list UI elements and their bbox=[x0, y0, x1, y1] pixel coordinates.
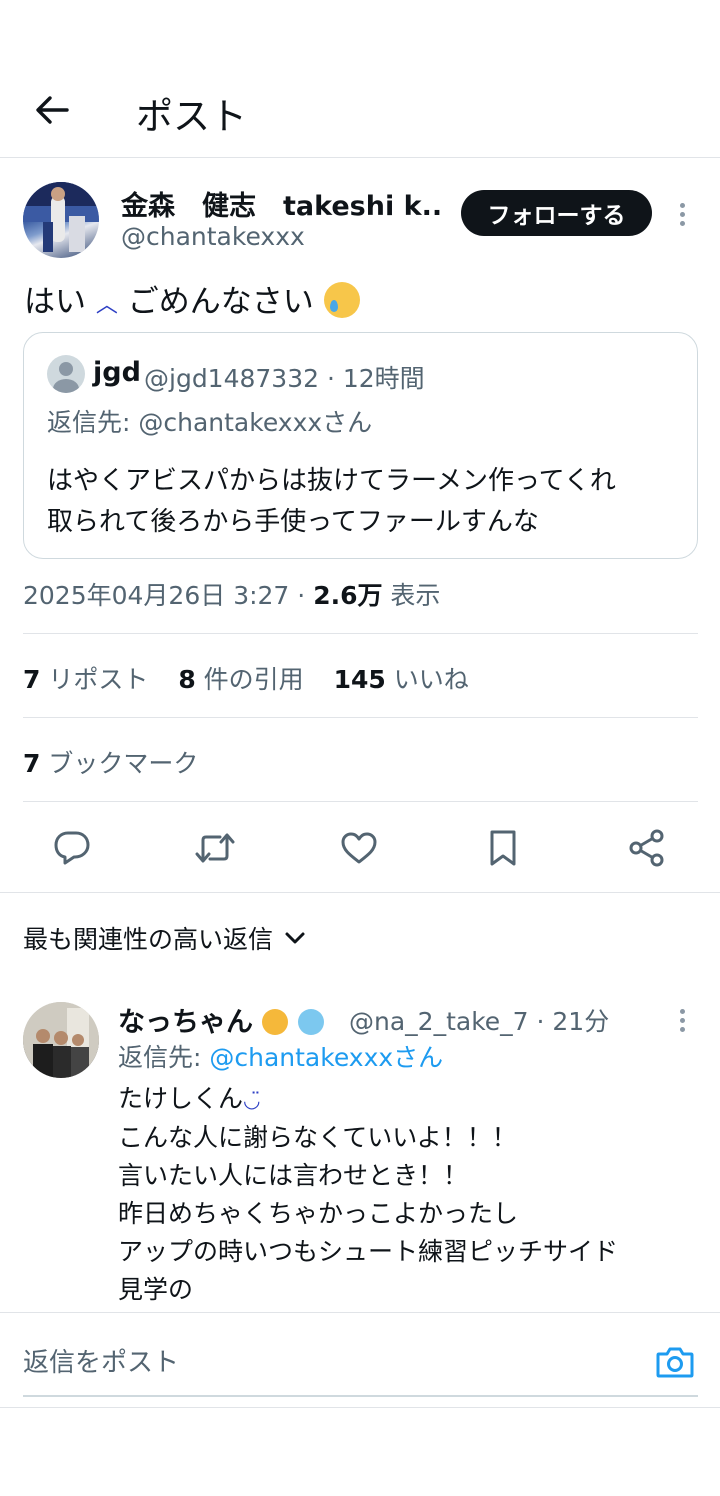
quoted-text: はやくアビスパからは抜けてラーメン作ってくれ 取られて後ろから手使ってファールす… bbox=[47, 461, 616, 543]
bookmarks-label: ブックマーク bbox=[40, 749, 199, 778]
post-text-end: ごめんなさい bbox=[127, 284, 314, 320]
follow-button[interactable]: フォローする bbox=[461, 190, 652, 236]
reply-avatar[interactable] bbox=[23, 1002, 99, 1078]
reply-text-line: こんな人に謝らなくていいよ！！！ bbox=[118, 1123, 517, 1152]
divider bbox=[23, 717, 698, 718]
quoted-author-meta: @jgd1487332 · 12時間 bbox=[144, 364, 425, 393]
sad-face-emoji: ︿ bbox=[95, 293, 118, 318]
views-label: 表示 bbox=[382, 581, 441, 610]
reply-text-line-1: たけしくん bbox=[118, 1084, 244, 1113]
reply-text: たけしくん◡̈ こんな人に謝らなくていいよ！！！ 言いたい人には言わせとき！！ … bbox=[118, 1080, 618, 1309]
arrow-left-icon bbox=[36, 96, 69, 124]
author-handle[interactable]: @chantakexxx bbox=[121, 222, 305, 251]
reply-author-name[interactable]: なっちゃん bbox=[118, 1000, 324, 1039]
author-photo bbox=[23, 182, 99, 252]
reposts-label: リポスト bbox=[40, 665, 149, 694]
post-author-row: 金森 健志 takeshi k... @chantakexxx フォローする bbox=[0, 180, 720, 260]
reply-text-line: 昨日めちゃくちゃかっこよかったし bbox=[118, 1199, 519, 1228]
default-avatar-icon bbox=[47, 355, 85, 393]
quoted-author-name: jgd bbox=[93, 357, 141, 388]
composer-underline bbox=[23, 1395, 698, 1397]
reply-button[interactable] bbox=[50, 826, 94, 870]
bookmarks-stat[interactable]: 7 ブックマーク bbox=[23, 744, 198, 780]
more-dot bbox=[679, 211, 685, 217]
views-count: 2.6万 bbox=[313, 581, 383, 610]
like-button[interactable] bbox=[337, 826, 381, 870]
page-title: ポスト bbox=[136, 95, 247, 138]
quoted-text-line: はやくアビスパからは抜けてラーメン作ってくれ bbox=[47, 466, 616, 496]
bee-emoji-icon bbox=[262, 1009, 289, 1035]
smiling-tear-emoji-icon bbox=[323, 282, 360, 318]
reply-to-prefix: 返信先: bbox=[118, 1043, 210, 1072]
chevron-down-icon bbox=[285, 932, 305, 944]
back-button[interactable] bbox=[30, 88, 74, 132]
share-icon bbox=[629, 829, 664, 867]
reply-composer bbox=[0, 1312, 720, 1408]
post-text: はい ︿ ごめんなさい bbox=[24, 276, 360, 321]
reply-input[interactable] bbox=[23, 1313, 623, 1407]
like-icon bbox=[341, 832, 377, 864]
quotes-count: 8 bbox=[178, 665, 196, 694]
reposts-stat[interactable]: 7 リポスト bbox=[23, 665, 148, 694]
likes-count: 145 bbox=[333, 665, 386, 694]
quotes-label: 件の引用 bbox=[195, 665, 304, 694]
reply-more-options-button[interactable] bbox=[668, 1002, 696, 1038]
reply-item[interactable]: なっちゃん @na_2_take_7 · 21分 返信先: @chantakex… bbox=[0, 998, 720, 1310]
reply-author-name-text: なっちゃん bbox=[118, 1007, 253, 1038]
reply-text-line: アップの時いつもシュート練習ピッチサイド bbox=[118, 1237, 619, 1266]
quotes-stat[interactable]: 8 件の引用 bbox=[178, 665, 303, 694]
more-dot bbox=[679, 1026, 685, 1032]
quoted-post[interactable]: jgd @jgd1487332 · 12時間 返信先: @chantakexxx… bbox=[23, 332, 698, 559]
reply-to-line: 返信先: @chantakexxxさん bbox=[118, 1038, 443, 1074]
post-timestamp: 2025年04月26日 3:27 · 2.6万 表示 bbox=[23, 576, 440, 612]
engagement-stats: 7 リポスト 8 件の引用 145 いいね bbox=[23, 660, 491, 696]
bookmarks-count: 7 bbox=[23, 749, 41, 778]
more-dot bbox=[679, 1017, 685, 1023]
reply-text-line: 言いたい人には言わせとき！！ bbox=[118, 1161, 469, 1190]
likes-stat[interactable]: 145 いいね bbox=[334, 665, 469, 694]
reply-to-mention-link[interactable]: @chantakexxxさん bbox=[209, 1043, 443, 1072]
reply-photo bbox=[23, 1002, 99, 1078]
repost-button[interactable] bbox=[193, 826, 237, 870]
repost-icon bbox=[195, 833, 235, 863]
divider bbox=[0, 892, 720, 893]
crying-emoji-icon: ◡̈ bbox=[243, 1088, 261, 1112]
reply-text-line: 見学の bbox=[118, 1275, 194, 1304]
camera-button[interactable] bbox=[652, 1339, 698, 1385]
share-button[interactable] bbox=[625, 826, 669, 870]
quoted-reply-to: 返信先: @chantakexxxさん bbox=[47, 408, 373, 437]
timestamp-text: 2025年04月26日 3:27 · bbox=[23, 581, 314, 610]
more-dot bbox=[679, 220, 685, 226]
reply-author-meta: @na_2_take_7 · 21分 bbox=[349, 1007, 610, 1036]
blue-heart-emoji-icon bbox=[297, 1009, 324, 1035]
reply-sort-dropdown[interactable]: 最も関連性の高い返信 bbox=[23, 920, 307, 956]
camera-icon bbox=[656, 1347, 694, 1378]
author-name[interactable]: 金森 健志 takeshi k... bbox=[121, 184, 441, 223]
reply-text-line: たけしくん◡̈ bbox=[118, 1080, 618, 1119]
more-dot bbox=[679, 1008, 685, 1014]
likes-label: いいね bbox=[385, 665, 469, 694]
reply-sort-label: 最も関連性の高い返信 bbox=[23, 925, 274, 954]
bookmark-icon bbox=[490, 830, 516, 866]
reposts-count: 7 bbox=[23, 665, 41, 694]
quoted-text-line: 取られて後ろから手使ってファールすんな bbox=[47, 507, 539, 537]
top-app-bar: ポスト bbox=[0, 60, 720, 158]
more-options-button[interactable] bbox=[668, 196, 696, 232]
more-dot bbox=[679, 202, 685, 208]
post-text-start: はい bbox=[24, 284, 86, 320]
divider bbox=[23, 633, 698, 634]
author-avatar[interactable] bbox=[23, 182, 99, 258]
divider bbox=[23, 801, 698, 802]
post-action-bar bbox=[0, 822, 720, 872]
bookmark-button[interactable] bbox=[481, 826, 525, 870]
reply-icon bbox=[54, 831, 90, 865]
